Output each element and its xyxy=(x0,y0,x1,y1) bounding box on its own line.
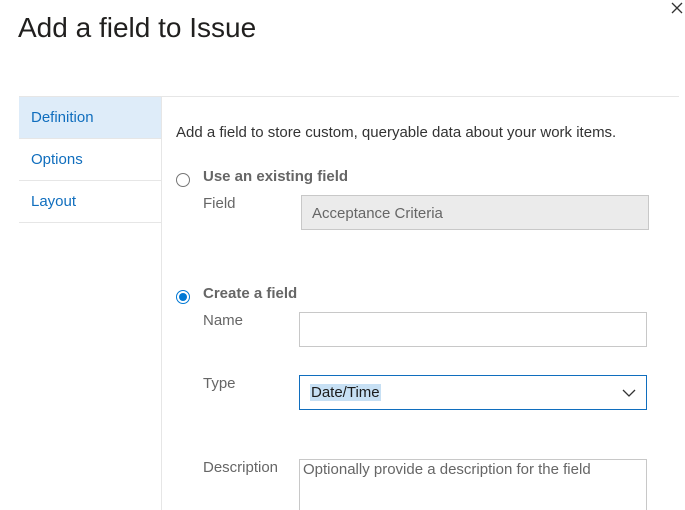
intro-text: Add a field to store custom, queryable d… xyxy=(176,124,617,141)
sidebar-item-options[interactable]: Options xyxy=(19,139,161,181)
sidebar: Definition Options Layout xyxy=(19,97,162,510)
chevron-down-icon xyxy=(622,389,636,397)
use-existing-field-label: Use an existing field xyxy=(203,168,349,185)
use-existing-field-radio[interactable] xyxy=(176,173,190,187)
sidebar-item-label: Layout xyxy=(31,193,77,210)
close-button[interactable] xyxy=(669,0,685,16)
close-icon xyxy=(671,2,683,14)
description-label: Description xyxy=(203,459,279,476)
name-input[interactable] xyxy=(299,312,647,347)
dialog-title: Add a field to Issue xyxy=(18,12,257,43)
existing-field-value: Acceptance Criteria xyxy=(312,205,443,222)
sidebar-item-label: Options xyxy=(31,151,83,168)
type-selected-value: Date/Time xyxy=(310,384,381,401)
field-label: Field xyxy=(203,195,236,212)
create-field-radio[interactable] xyxy=(176,290,190,304)
sidebar-item-label: Definition xyxy=(31,109,94,126)
existing-field-input[interactable]: Acceptance Criteria xyxy=(301,195,649,230)
sidebar-item-definition[interactable]: Definition xyxy=(19,97,161,139)
type-dropdown[interactable]: Date/Time xyxy=(299,375,647,410)
description-textarea[interactable] xyxy=(299,459,647,510)
add-field-dialog: Add a field to Issue Definition Options … xyxy=(0,0,685,510)
definition-panel: Add a field to store custom, queryable d… xyxy=(176,97,676,510)
sidebar-item-layout[interactable]: Layout xyxy=(19,181,161,223)
name-label: Name xyxy=(203,312,244,329)
create-field-label: Create a field xyxy=(203,285,298,302)
type-label: Type xyxy=(203,375,236,392)
